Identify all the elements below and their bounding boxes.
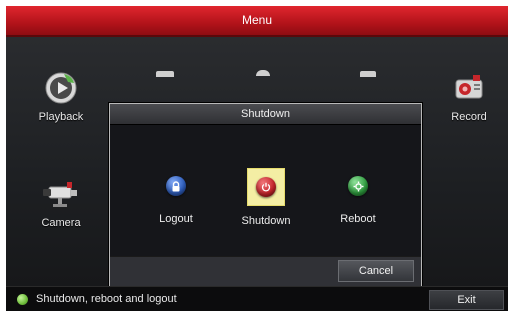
reboot-tile <box>340 168 376 204</box>
dialog-footer: Cancel <box>110 256 421 287</box>
main-menu-area: Playback Record Camera Shutdown Logout S… <box>6 37 508 288</box>
shutdown-option[interactable]: Shutdown <box>231 168 301 227</box>
shutdown-dialog: Shutdown Logout Shutdown Reboot Cancel <box>109 103 422 288</box>
lock-icon <box>166 176 186 196</box>
hidden-menu-icon <box>256 70 270 76</box>
logout-tile <box>158 168 194 204</box>
hidden-menu-icon <box>156 71 174 77</box>
shutdown-label: Shutdown <box>241 215 291 227</box>
camera-icon <box>43 182 77 207</box>
menu-item-playback[interactable]: Playback <box>26 71 96 123</box>
status-text: Shutdown, reboot and logout <box>36 293 177 305</box>
cancel-button[interactable]: Cancel <box>338 260 414 282</box>
record-icon <box>455 75 483 99</box>
playback-icon <box>45 72 77 104</box>
menu-item-camera[interactable]: Camera <box>26 177 96 229</box>
exit-button[interactable]: Exit <box>429 290 504 310</box>
camera-label: Camera <box>41 217 81 229</box>
playback-label: Playback <box>38 111 84 123</box>
shutdown-tile-selected <box>247 168 285 206</box>
reboot-label: Reboot <box>340 213 376 225</box>
dialog-title: Shutdown <box>110 104 421 125</box>
power-icon <box>256 177 276 197</box>
record-label: Record <box>451 111 487 123</box>
logout-label: Logout <box>159 213 193 225</box>
hidden-menu-icon <box>360 71 376 77</box>
logout-option[interactable]: Logout <box>141 168 211 225</box>
menu-title-bar: Menu <box>6 6 508 37</box>
reboot-option[interactable]: Reboot <box>323 168 393 225</box>
window-title: Menu <box>241 13 273 27</box>
gear-icon <box>348 176 368 196</box>
dvr-screen: Menu Playback Record Camera Shutdown Log… <box>6 6 508 311</box>
menu-item-record[interactable]: Record <box>434 71 504 123</box>
status-led-icon <box>17 294 28 305</box>
status-bar: Shutdown, reboot and logout Exit <box>6 286 508 311</box>
